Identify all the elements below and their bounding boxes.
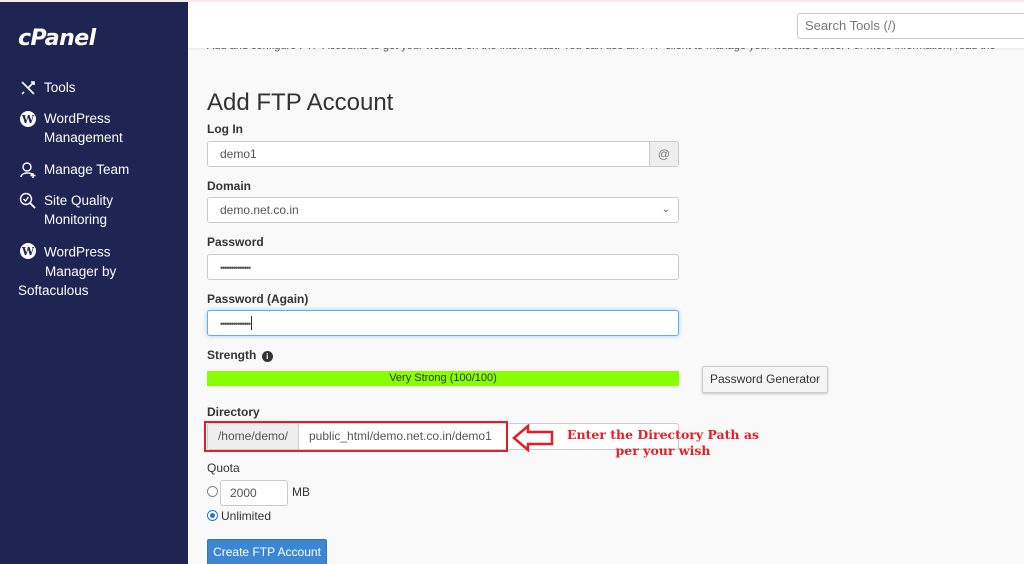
wordpress-icon: W bbox=[18, 241, 38, 260]
domain-value: demo.net.co.in bbox=[220, 203, 299, 217]
password-again-label: Password (Again) bbox=[207, 292, 309, 306]
login-value: demo1 bbox=[220, 147, 257, 161]
login-input[interactable]: demo1 @ bbox=[207, 141, 679, 167]
quota-input[interactable]: 2000 bbox=[220, 480, 288, 506]
sidebar-item-wordpress-manager-softaculous[interactable]: W WordPress Manager by Softaculous bbox=[18, 241, 116, 300]
create-ftp-account-button[interactable]: Create FTP Account bbox=[207, 539, 327, 564]
tools-icon bbox=[18, 78, 38, 97]
password-input[interactable]: •••••••••••••• bbox=[207, 254, 679, 280]
sidebar-item-label: Softaculous bbox=[18, 282, 89, 298]
annotation-highlight-box bbox=[204, 421, 508, 452]
password-value: •••••••••••••• bbox=[220, 263, 251, 273]
login-label: Log In bbox=[207, 122, 243, 136]
add-user-icon bbox=[18, 160, 38, 179]
sidebar-item-manage-team[interactable]: Manage Team bbox=[18, 160, 129, 179]
info-icon[interactable]: i bbox=[261, 351, 273, 362]
cpanel-logo[interactable]: cPanel bbox=[18, 26, 96, 51]
directory-label: Directory bbox=[207, 405, 260, 419]
sidebar-item-tools[interactable]: Tools bbox=[18, 78, 76, 97]
quota-limited-radio[interactable] bbox=[207, 486, 218, 497]
sidebar-item-label: WordPress bbox=[44, 244, 111, 260]
domain-select[interactable]: demo.net.co.in ⌄ bbox=[207, 197, 679, 223]
quota-unlimited-radio[interactable] bbox=[207, 510, 218, 521]
password-strength-meter: Very Strong (100/100) bbox=[207, 371, 679, 386]
domain-label: Domain bbox=[207, 179, 252, 193]
top-bar: Search Tools (/) bbox=[188, 2, 1024, 48]
at-addon: @ bbox=[649, 142, 678, 166]
chevron-down-icon: ⌄ bbox=[661, 204, 670, 215]
sidebar: cPanel Tools W WordPress Management Mana… bbox=[0, 2, 188, 564]
sidebar-item-label: Management bbox=[44, 130, 123, 145]
password-generator-button[interactable]: Password Generator bbox=[702, 366, 828, 393]
sidebar-item-wordpress-management[interactable]: W WordPress Management bbox=[18, 109, 123, 147]
strength-label: Strength i bbox=[207, 348, 273, 362]
sidebar-item-label: Manager by bbox=[45, 263, 117, 279]
password-again-value: •••••••••••••• bbox=[220, 319, 251, 329]
svg-text:W: W bbox=[21, 245, 35, 258]
quota-unlimited-label: Unlimited bbox=[221, 509, 272, 523]
password-label: Password bbox=[207, 235, 264, 249]
password-again-input[interactable]: •••••••••••••• bbox=[207, 310, 679, 336]
quota-label: Quota bbox=[207, 461, 240, 475]
sidebar-item-label: WordPress bbox=[44, 111, 111, 126]
svg-text:W: W bbox=[21, 113, 35, 126]
sidebar-item-site-quality-monitoring[interactable]: Site Quality Monitoring bbox=[18, 191, 113, 229]
left-arrow-icon bbox=[512, 424, 554, 452]
quota-unit: MB bbox=[292, 485, 310, 499]
search-tools-input[interactable]: Search Tools (/) bbox=[797, 13, 1024, 39]
sidebar-item-label: Site Quality bbox=[44, 193, 114, 208]
sidebar-item-label: Tools bbox=[44, 80, 76, 95]
search-check-icon bbox=[18, 191, 38, 210]
sidebar-item-label: Monitoring bbox=[44, 212, 108, 227]
sidebar-item-label: Manage Team bbox=[44, 162, 130, 177]
page-title: Add FTP Account bbox=[207, 89, 394, 116]
annotation-text: Enter the Directory Path as per your wis… bbox=[566, 427, 759, 458]
wordpress-icon: W bbox=[18, 109, 38, 128]
